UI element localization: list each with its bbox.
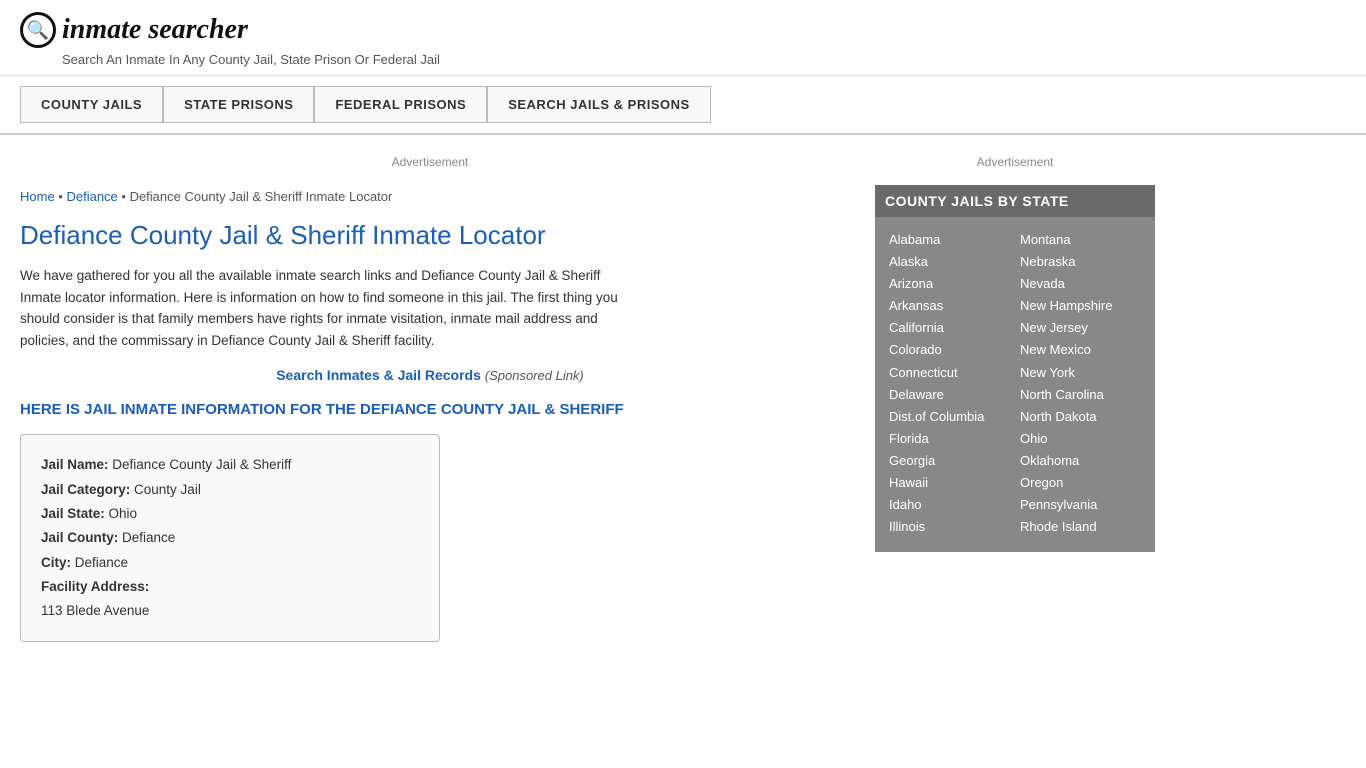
breadcrumb-sep2: • — [118, 189, 130, 204]
top-ad: Advertisement — [20, 145, 840, 179]
breadcrumb-home[interactable]: Home — [20, 189, 55, 204]
sidebar: Advertisement COUNTY JAILS BY STATE Alab… — [860, 135, 1170, 662]
state-ohio[interactable]: Ohio — [1020, 428, 1141, 450]
state-nevada[interactable]: Nevada — [1020, 273, 1141, 295]
state-dc[interactable]: Dist.of Columbia — [889, 406, 1010, 428]
field-jail-state: Jail State: Ohio — [41, 502, 419, 526]
field-label-address: Facility Address: — [41, 579, 149, 594]
state-delaware[interactable]: Delaware — [889, 384, 1010, 406]
sponsored-label: (Sponsored Link) — [485, 368, 584, 383]
navigation: COUNTY JAILS STATE PRISONS FEDERAL PRISO… — [0, 76, 1366, 135]
state-nebraska[interactable]: Nebraska — [1020, 251, 1141, 273]
main-content: Advertisement Home • Defiance • Defiance… — [0, 135, 860, 662]
state-florida[interactable]: Florida — [889, 428, 1010, 450]
states-right-col: Montana Nebraska Nevada New Hampshire Ne… — [1020, 229, 1141, 538]
field-jail-category: Jail Category: County Jail — [41, 478, 419, 502]
header: 🔍 inmate searcher Search An Inmate In An… — [0, 0, 1366, 76]
states-grid: Alabama Alaska Arizona Arkansas Californ… — [889, 229, 1141, 538]
state-oregon[interactable]: Oregon — [1020, 472, 1141, 494]
field-value-jail-state: Ohio — [109, 506, 138, 521]
state-new-mexico[interactable]: New Mexico — [1020, 339, 1141, 361]
state-arkansas[interactable]: Arkansas — [889, 295, 1010, 317]
state-montana[interactable]: Montana — [1020, 229, 1141, 251]
field-label-city: City: — [41, 555, 75, 570]
state-alabama[interactable]: Alabama — [889, 229, 1010, 251]
field-address: Facility Address: — [41, 575, 419, 599]
field-label-jail-category: Jail Category: — [41, 482, 134, 497]
field-label-jail-state: Jail State: — [41, 506, 109, 521]
field-jail-county: Jail County: Defiance — [41, 526, 419, 550]
state-arizona[interactable]: Arizona — [889, 273, 1010, 295]
field-value-jail-category: County Jail — [134, 482, 201, 497]
section-heading: HERE IS JAIL INMATE INFORMATION FOR THE … — [20, 399, 840, 420]
field-value-jail-county: Defiance — [122, 530, 175, 545]
states-left-col: Alabama Alaska Arizona Arkansas Californ… — [889, 229, 1010, 538]
search-link-area: Search Inmates & Jail Records (Sponsored… — [20, 367, 840, 383]
field-value-city: Defiance — [75, 555, 128, 570]
state-oklahoma[interactable]: Oklahoma — [1020, 450, 1141, 472]
field-city: City: Defiance — [41, 551, 419, 575]
state-hawaii[interactable]: Hawaii — [889, 472, 1010, 494]
main-layout: Advertisement Home • Defiance • Defiance… — [0, 135, 1366, 662]
logo-icon: 🔍 — [20, 12, 56, 48]
body-text: We have gathered for you all the availab… — [20, 265, 620, 351]
state-rhode-island[interactable]: Rhode Island — [1020, 516, 1141, 538]
breadcrumb-defiance[interactable]: Defiance — [66, 189, 117, 204]
tagline: Search An Inmate In Any County Jail, Sta… — [62, 52, 1346, 67]
sidebar-ad: Advertisement — [875, 145, 1155, 185]
nav-state-prisons[interactable]: STATE PRISONS — [163, 86, 314, 123]
state-illinois[interactable]: Illinois — [889, 516, 1010, 538]
nav-federal-prisons[interactable]: FEDERAL PRISONS — [314, 86, 487, 123]
state-north-dakota[interactable]: North Dakota — [1020, 406, 1141, 428]
state-connecticut[interactable]: Connecticut — [889, 362, 1010, 384]
logo-text: inmate searcher — [62, 14, 248, 46]
state-new-hampshire[interactable]: New Hampshire — [1020, 295, 1141, 317]
search-link[interactable]: Search Inmates & Jail Records — [276, 367, 481, 383]
logo-area: 🔍 inmate searcher — [20, 12, 1346, 48]
field-value-address: 113 Blede Avenue — [41, 603, 149, 618]
field-label-jail-name: Jail Name: — [41, 457, 112, 472]
state-colorado[interactable]: Colorado — [889, 339, 1010, 361]
info-card: Jail Name: Defiance County Jail & Sherif… — [20, 434, 440, 642]
state-new-york[interactable]: New York — [1020, 362, 1141, 384]
county-jails-by-state: COUNTY JAILS BY STATE Alabama Alaska Ari… — [875, 185, 1155, 552]
state-pennsylvania[interactable]: Pennsylvania — [1020, 494, 1141, 516]
field-address-value: 113 Blede Avenue — [41, 599, 419, 623]
page-title: Defiance County Jail & Sheriff Inmate Lo… — [20, 220, 840, 251]
state-alaska[interactable]: Alaska — [889, 251, 1010, 273]
nav-county-jails[interactable]: COUNTY JAILS — [20, 86, 163, 123]
state-idaho[interactable]: Idaho — [889, 494, 1010, 516]
sidebar-title: COUNTY JAILS BY STATE — [875, 185, 1155, 217]
nav-search-jails[interactable]: SEARCH JAILS & PRISONS — [487, 86, 710, 123]
breadcrumb-current: Defiance County Jail & Sheriff Inmate Lo… — [130, 189, 393, 204]
field-jail-name: Jail Name: Defiance County Jail & Sherif… — [41, 453, 419, 477]
breadcrumb-sep1: • — [55, 189, 67, 204]
breadcrumb: Home • Defiance • Defiance County Jail &… — [20, 189, 840, 204]
state-georgia[interactable]: Georgia — [889, 450, 1010, 472]
state-north-carolina[interactable]: North Carolina — [1020, 384, 1141, 406]
field-label-jail-county: Jail County: — [41, 530, 122, 545]
field-value-jail-name: Defiance County Jail & Sheriff — [112, 457, 291, 472]
state-new-jersey[interactable]: New Jersey — [1020, 317, 1141, 339]
state-california[interactable]: California — [889, 317, 1010, 339]
